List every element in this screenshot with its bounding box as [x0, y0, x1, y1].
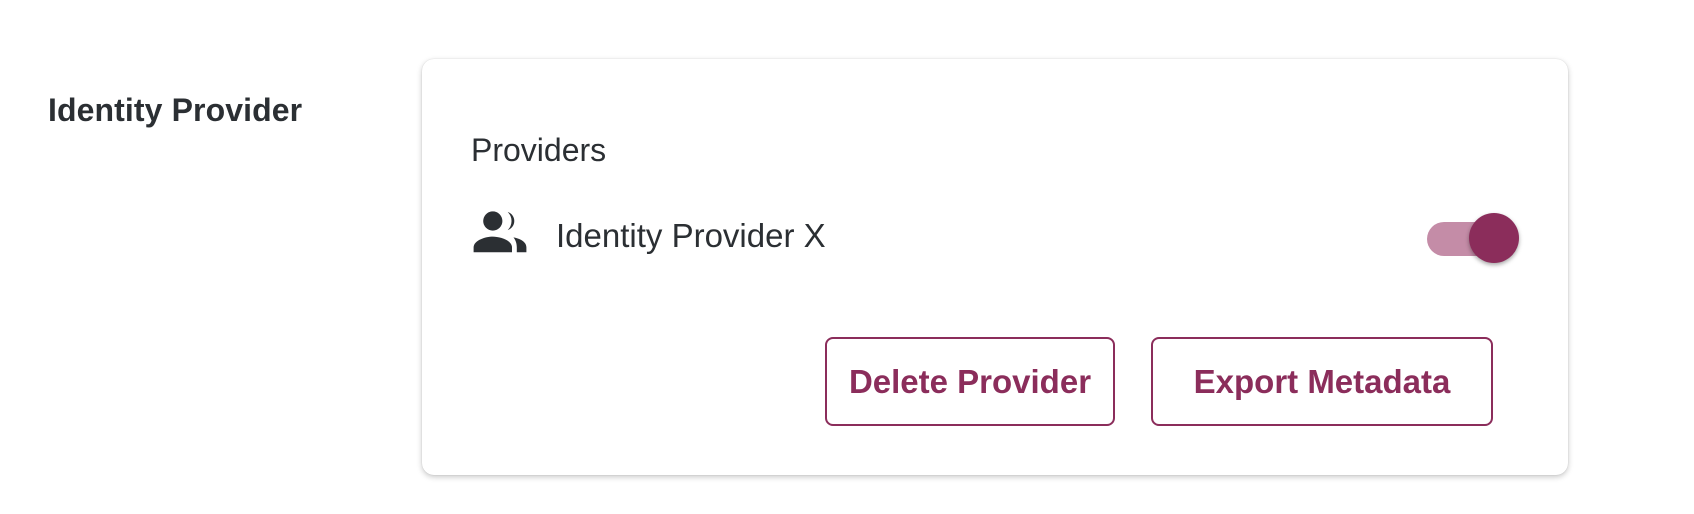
delete-provider-button[interactable]: Delete Provider [825, 337, 1115, 426]
provider-enabled-toggle[interactable] [1427, 209, 1519, 265]
identity-provider-card: Providers Identity Provider X Delete Pro… [422, 59, 1568, 475]
provider-name: Identity Provider X [556, 217, 826, 254]
providers-heading: Providers [471, 132, 607, 168]
people-icon [471, 209, 529, 257]
toggle-thumb [1469, 213, 1519, 263]
export-metadata-button[interactable]: Export Metadata [1151, 337, 1493, 426]
provider-row: Identity Provider X [471, 209, 1519, 265]
section-label: Identity Provider [48, 92, 303, 128]
